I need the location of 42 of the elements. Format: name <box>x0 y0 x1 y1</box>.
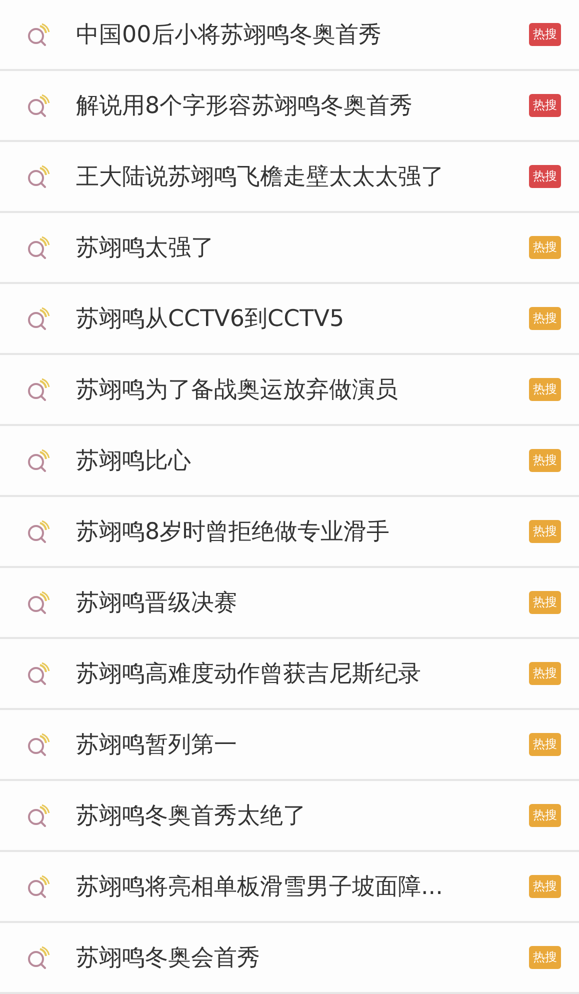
search-title: 苏翊鸣冬奥首秀太绝了 <box>76 802 307 831</box>
search-title: 苏翊鸣为了备战奥运放弃做演员 <box>76 376 399 405</box>
search-icon <box>26 590 52 614</box>
hot-badge: 热搜 <box>529 378 561 401</box>
hot-badge: 热搜 <box>529 875 561 898</box>
hot-badge: 热搜 <box>529 733 561 756</box>
search-title: 中国00后小将苏翊鸣冬奥首秀 <box>76 21 382 50</box>
search-icon <box>26 874 52 898</box>
hot-badge: 热搜 <box>529 520 561 543</box>
search-title: 解说用8个字形容苏翊鸣冬奥首秀 <box>76 92 414 121</box>
search-title: 苏翊鸣晋级决赛 <box>76 589 238 618</box>
search-icon <box>26 236 52 260</box>
search-icon <box>26 306 52 330</box>
search-icon <box>26 94 52 118</box>
search-title: 苏翊鸣冬奥会首秀 <box>76 944 261 973</box>
hot-badge: 热搜 <box>529 449 561 472</box>
hot-badge: 热搜 <box>529 946 561 969</box>
search-icon <box>26 946 52 970</box>
search-title: 苏翊鸣暂列第一 <box>76 731 238 760</box>
search-title: 苏翊鸣从CCTV6到CCTV5 <box>76 305 346 334</box>
search-title: 苏翊鸣比心 <box>76 447 192 476</box>
search-title: 苏翊鸣太强了 <box>76 234 215 263</box>
hot-badge: 热搜 <box>529 165 561 188</box>
hot-badge: 热搜 <box>529 94 561 117</box>
search-title: 苏翊鸣8岁时曾拒绝做专业滑手 <box>76 518 391 547</box>
search-icon <box>26 804 52 828</box>
hot-badge: 热搜 <box>529 591 561 614</box>
search-icon <box>26 378 52 402</box>
hot-badge: 热搜 <box>529 236 561 259</box>
search-title: 苏翊鸣将亮相单板滑雪男子坡面障... <box>76 873 444 902</box>
search-icon <box>26 662 52 686</box>
search-title: 苏翊鸣高难度动作曾获吉尼斯纪录 <box>76 660 422 689</box>
search-icon <box>26 732 52 756</box>
search-icon <box>26 22 52 46</box>
search-title: 王大陆说苏翊鸣飞檐走壁太太太强了 <box>76 163 445 192</box>
hot-badge: 热搜 <box>529 23 561 46</box>
hot-badge: 热搜 <box>529 804 561 827</box>
search-icon <box>26 520 52 544</box>
hot-badge: 热搜 <box>529 662 561 685</box>
hot-badge: 热搜 <box>529 307 561 330</box>
search-icon <box>26 164 52 188</box>
search-icon <box>26 448 52 472</box>
